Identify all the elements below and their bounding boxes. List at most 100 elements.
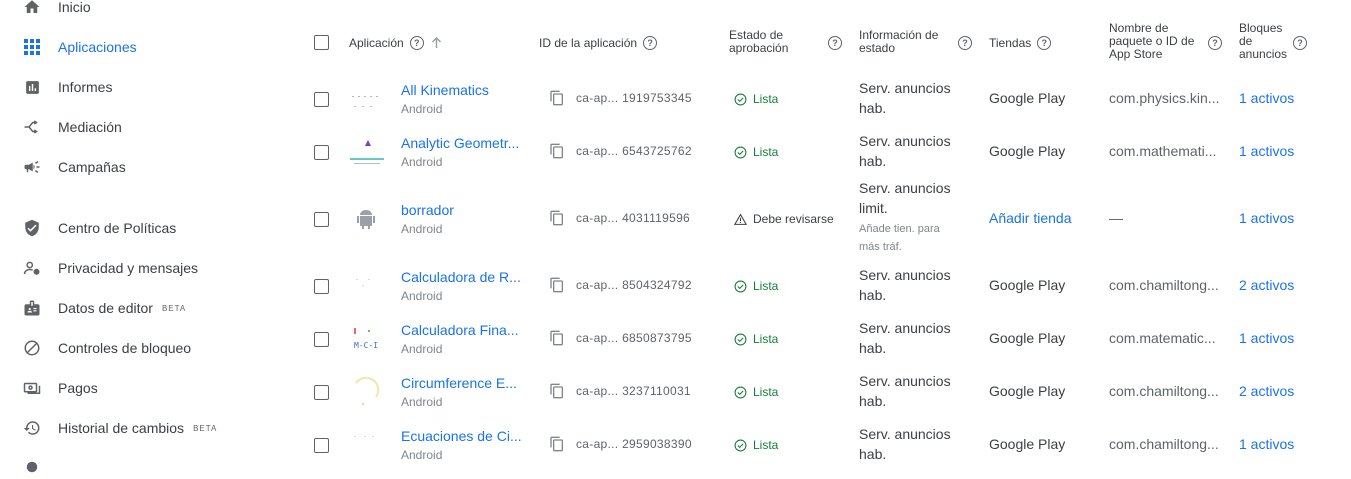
ad-blocks-link[interactable]: 1 activos (1239, 210, 1294, 226)
sidebar-item-label: Informes (58, 79, 113, 95)
table-row: Calculadora de R... Android ca-ap... 850… (300, 265, 1351, 307)
ad-blocks-link[interactable]: 1 activos (1239, 436, 1294, 452)
status-info-line1: Serv. anuncios (859, 267, 951, 283)
app-name-link[interactable]: Ecuaciones de Ci... (401, 428, 523, 444)
sidebar-item-inicio[interactable]: Inicio (22, 0, 91, 19)
ad-blocks-link[interactable]: 2 activos (1239, 383, 1294, 399)
row-checkbox[interactable] (314, 212, 329, 227)
shield-icon (22, 218, 42, 238)
sidebar-item-label: Inicio (58, 0, 91, 15)
sort-arrow-up-icon[interactable] (431, 37, 442, 49)
store-name: Google Play (989, 436, 1066, 452)
sidebar-item-mediacion[interactable]: Mediación (22, 115, 122, 139)
row-checkbox[interactable] (314, 92, 329, 107)
help-icon[interactable]: ? (1208, 36, 1222, 50)
app-id-number: 2959038390 (622, 437, 692, 451)
app-id-prefix: ca-ap... (576, 384, 619, 398)
row-checkbox[interactable] (314, 332, 329, 347)
copy-icon[interactable] (549, 330, 565, 346)
row-checkbox[interactable] (314, 145, 329, 160)
sidebar-item-controles-bloqueo[interactable]: Controles de bloqueo (22, 336, 191, 360)
approval-status-label: Lista (753, 92, 779, 106)
app-id: ca-ap... 6850873795 (576, 331, 692, 345)
app-platform: Android (401, 342, 443, 356)
copy-icon[interactable] (549, 210, 565, 226)
app-name-link[interactable]: Calculadora Fina... (401, 322, 523, 338)
ad-blocks-link[interactable]: 1 activos (1239, 90, 1294, 106)
header-ad-blocks: Bloques de anuncios (1239, 22, 1287, 61)
sidebar-item-campanas[interactable]: Campañas (22, 155, 126, 179)
ad-blocks-link[interactable]: 1 activos (1239, 330, 1294, 346)
row-checkbox[interactable] (314, 438, 329, 453)
sidebar-item-centro-politicas[interactable]: Centro de Políticas (22, 216, 176, 240)
status-info-line1: Serv. anuncios (859, 320, 951, 336)
sidebar-item-label: Pagos (58, 380, 98, 396)
app-id: ca-ap... 6543725762 (576, 144, 692, 158)
header-app[interactable]: Aplicación ? (349, 36, 442, 50)
check-circle-icon (734, 386, 747, 398)
app-platform: Android (401, 289, 443, 303)
sidebar-item-privacidad[interactable]: Privacidad y mensajes (22, 256, 198, 280)
ad-blocks-link[interactable]: 1 activos (1239, 143, 1294, 159)
sidebar-item-datos-editor[interactable]: Datos de editor BETA (22, 296, 186, 320)
sidebar-item-informes[interactable]: Informes (22, 75, 112, 99)
megaphone-icon (22, 157, 42, 177)
app-id-number: 1919753345 (622, 91, 692, 105)
help-icon[interactable]: ? (409, 36, 424, 50)
app-name-link[interactable]: All Kinematics (401, 82, 523, 98)
app-id: ca-ap... 1919753345 (576, 91, 692, 105)
row-checkbox[interactable] (314, 385, 329, 400)
status-info-line2: hab. (859, 153, 887, 169)
approval-status: Lista (734, 92, 778, 106)
app-platform: Android (401, 395, 443, 409)
sidebar-item-aplicaciones[interactable]: Aplicaciones (22, 35, 137, 59)
app-id-prefix: ca-ap... (576, 331, 619, 345)
app-icon (348, 271, 384, 301)
ad-blocks-link[interactable]: 2 activos (1239, 277, 1294, 293)
status-info-line2: hab. (859, 446, 887, 462)
approval-status-label: Lista (753, 145, 779, 159)
help-icon[interactable]: ? (1037, 36, 1052, 50)
help-icon[interactable]: ? (828, 36, 842, 50)
copy-icon[interactable] (549, 143, 565, 159)
sidebar-item-historial[interactable]: Historial de cambios BETA (22, 416, 217, 440)
help-icon[interactable]: ? (958, 36, 972, 50)
sidebar-item-partial (22, 455, 58, 479)
row-checkbox[interactable] (314, 279, 329, 294)
help-icon[interactable]: ? (1293, 36, 1307, 50)
package-name: com.matematic... (1109, 330, 1216, 346)
svg-text:M-C-I: M-C-I (354, 341, 378, 350)
help-icon[interactable]: ? (643, 36, 658, 50)
approval-status: Lista (734, 385, 778, 399)
app-id-prefix: ca-ap... (576, 211, 619, 225)
header-approval-line2: aprobación (729, 41, 789, 55)
copy-icon[interactable] (549, 383, 565, 399)
app-icon (348, 376, 384, 407)
app-name-link[interactable]: Calculadora de R... (401, 269, 523, 285)
header-app-id-label: ID de la aplicación (539, 35, 638, 50)
app-id: ca-ap... 3237110031 (576, 384, 691, 398)
select-all-checkbox[interactable] (314, 35, 329, 50)
add-store-link[interactable]: Añadir tienda (989, 210, 1072, 226)
copy-icon[interactable] (549, 90, 565, 106)
status-info-hint-line1: Añade tien. para (859, 223, 940, 235)
app-id-number: 6850873795 (622, 331, 692, 345)
copy-icon[interactable] (549, 436, 565, 452)
sidebar-item-label: Datos de editor (58, 300, 153, 316)
app-name-link[interactable]: Circumference E... (401, 375, 523, 391)
table-row: borrador Android ca-ap... 4031119596 Deb… (300, 178, 1351, 258)
status-info: Serv. anuncios hab. (859, 371, 951, 411)
status-info: Serv. anuncios limit. Añade tien. para m… (859, 178, 951, 256)
package-name: com.chamiltong... (1109, 277, 1219, 293)
header-info-line2: estado (859, 41, 896, 55)
copy-icon[interactable] (549, 277, 565, 293)
app-id-prefix: ca-ap... (576, 437, 619, 451)
status-info-line2: hab. (859, 393, 887, 409)
app-icon: M-C-I (348, 324, 384, 354)
app-name-link[interactable]: borrador (401, 202, 523, 218)
app-name-link[interactable]: Analytic Geometr... (401, 135, 523, 151)
app-id: ca-ap... 4031119596 (576, 211, 690, 225)
table-row: All Kinematics Android ca-ap... 19197533… (300, 78, 1351, 120)
status-info: Serv. anuncios hab. (859, 424, 951, 464)
sidebar-item-pagos[interactable]: Pagos (22, 376, 98, 400)
